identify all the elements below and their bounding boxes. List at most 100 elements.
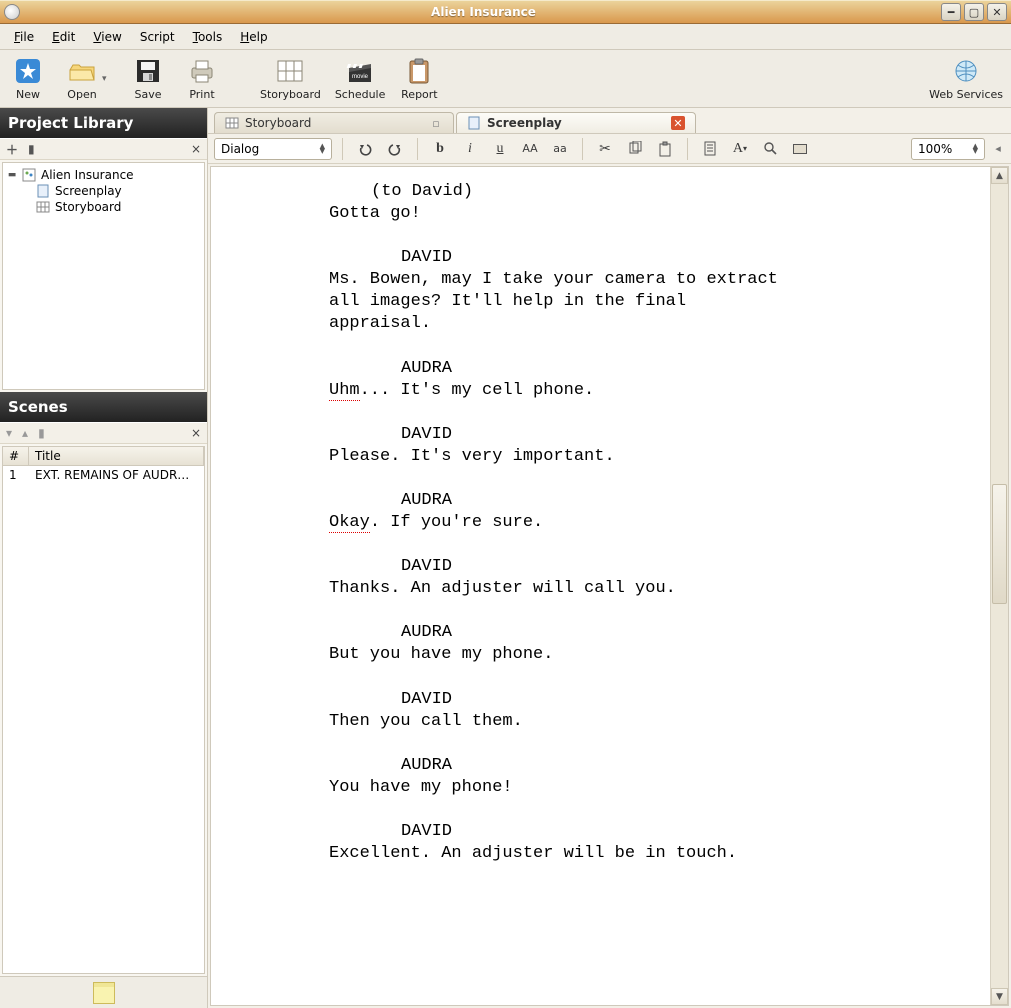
save-button[interactable]: Save — [128, 56, 168, 101]
bold-button[interactable]: b — [428, 138, 452, 160]
scroll-up-icon[interactable]: ▲ — [991, 167, 1008, 184]
report-button[interactable]: Report — [399, 56, 439, 101]
lowercase-button[interactable]: aa — [548, 138, 572, 160]
scene-up-icon[interactable]: ▴ — [22, 426, 28, 440]
menu-tools[interactable]: Tools — [185, 27, 231, 47]
storyboard-button[interactable]: Storyboard — [260, 56, 321, 101]
copy-button[interactable] — [623, 138, 647, 160]
storyboard-icon — [275, 56, 305, 86]
page-button[interactable] — [698, 138, 722, 160]
paste-button[interactable] — [653, 138, 677, 160]
floppy-icon — [133, 56, 163, 86]
sp-character: DAVID — [401, 247, 990, 269]
storyboard-tab-icon — [225, 116, 239, 130]
sp-character: DAVID — [401, 556, 990, 578]
scene-row[interactable]: 1 EXT. REMAINS OF AUDR… — [3, 466, 204, 484]
scenes-close-icon[interactable]: × — [191, 426, 201, 440]
document-tabs: Storyboard ▫ Screenplay ✕ — [208, 108, 1011, 134]
scenes-header: Scenes — [0, 392, 207, 422]
collapse-icon[interactable]: ▬ — [7, 170, 17, 180]
open-dropdown-icon[interactable]: ▾ — [102, 74, 114, 84]
cut-button[interactable]: ✂ — [593, 138, 617, 160]
scrollbar-track[interactable] — [991, 184, 1008, 988]
scroll-down-icon[interactable]: ▼ — [991, 988, 1008, 1005]
sp-character: AUDRA — [401, 755, 990, 777]
tab-storyboard-label: Storyboard — [245, 116, 311, 130]
tree-root[interactable]: ▬ Alien Insurance — [7, 167, 200, 183]
sp-dialog: But you have my phone. — [329, 644, 789, 666]
scene-edit-icon[interactable]: ▮ — [38, 426, 45, 440]
tab-screenplay-label: Screenplay — [487, 116, 562, 130]
sp-dialog: Thanks. An adjuster will call you. — [329, 578, 789, 600]
tab-close-icon[interactable]: ✕ — [671, 116, 685, 130]
print-button[interactable]: Print — [182, 56, 222, 101]
underline-button[interactable]: u — [488, 138, 512, 160]
sp-character: AUDRA — [401, 490, 990, 512]
sp-parenthetical: (to David) — [371, 181, 990, 203]
menu-edit[interactable]: Edit — [44, 27, 83, 47]
sp-dialog: Then you call them. — [329, 711, 789, 733]
italic-button[interactable]: i — [458, 138, 482, 160]
sp-character: AUDRA — [401, 622, 990, 644]
style-select[interactable]: Dialog ▲▼ — [214, 138, 332, 160]
web-services-button[interactable]: Web Services — [929, 56, 1003, 101]
sp-character: DAVID — [401, 689, 990, 711]
menu-script[interactable]: Script — [132, 27, 183, 47]
tree-item-screenplay[interactable]: Screenplay — [7, 183, 200, 199]
sticky-note-icon[interactable] — [93, 982, 115, 1004]
menu-file[interactable]: File — [6, 27, 42, 47]
sp-dialog: Gotta go! — [329, 203, 789, 225]
document-area: (to David) Gotta go! DAVID Ms. Bowen, ma… — [210, 166, 1009, 1006]
sp-dialog: You have my phone! — [329, 777, 789, 799]
sp-character: AUDRA — [401, 358, 990, 380]
scrollbar-thumb[interactable] — [992, 484, 1007, 604]
screenplay-editor[interactable]: (to David) Gotta go! DAVID Ms. Bowen, ma… — [211, 167, 990, 1005]
font-size-button[interactable]: A▾ — [728, 138, 752, 160]
panel-close-icon[interactable]: × — [191, 142, 201, 156]
document-tab-icon — [467, 116, 481, 130]
clipboard-icon — [404, 56, 434, 86]
toolbar-scroll-left-icon[interactable]: ◂ — [991, 142, 1005, 155]
minimize-button[interactable]: ━ — [941, 3, 961, 21]
scenes-col-title[interactable]: Title — [29, 447, 204, 465]
view-mode-button[interactable] — [788, 138, 812, 160]
uppercase-button[interactable]: AA — [518, 138, 542, 160]
chevron-updown-icon: ▲▼ — [320, 144, 325, 154]
main-toolbar: New Open ▾ Save Print Storyboard movie S… — [0, 50, 1011, 108]
zoom-select[interactable]: 100% ▲▼ — [911, 138, 985, 160]
sp-character: DAVID — [401, 424, 990, 446]
close-button[interactable]: ✕ — [987, 3, 1007, 21]
menu-help[interactable]: Help — [232, 27, 275, 47]
folder-icon — [67, 56, 97, 86]
folder-icon[interactable]: ▮ — [28, 142, 35, 156]
menu-view[interactable]: View — [85, 27, 129, 47]
tab-screenplay[interactable]: Screenplay ✕ — [456, 112, 696, 133]
menubar: File Edit View Script Tools Help — [0, 24, 1011, 50]
project-library-header: Project Library — [0, 108, 207, 138]
search-button[interactable] — [758, 138, 782, 160]
document-icon — [35, 184, 51, 198]
tab-storyboard[interactable]: Storyboard ▫ — [214, 112, 454, 133]
printer-icon — [187, 56, 217, 86]
project-tree: ▬ Alien Insurance Screenplay Storyboard — [2, 162, 205, 390]
sp-dialog: Please. It's very important. — [329, 446, 789, 468]
titlebar: Alien Insurance ━ ▢ ✕ — [0, 0, 1011, 24]
editor: Storyboard ▫ Screenplay ✕ Dialog ▲▼ — [208, 108, 1011, 1008]
schedule-button[interactable]: movie Schedule — [335, 56, 386, 101]
chevron-updown-icon: ▲▼ — [973, 144, 978, 154]
vertical-scrollbar[interactable]: ▲ ▼ — [990, 167, 1008, 1005]
add-icon[interactable]: ＋ — [6, 141, 18, 158]
scene-down-icon[interactable]: ▾ — [6, 426, 12, 440]
open-button[interactable]: Open — [62, 56, 102, 101]
undo-button[interactable] — [353, 138, 377, 160]
scenes-list: # Title 1 EXT. REMAINS OF AUDR… — [2, 446, 205, 974]
globe-icon — [951, 56, 981, 86]
new-button[interactable]: New — [8, 56, 48, 101]
redo-button[interactable] — [383, 138, 407, 160]
app-icon — [4, 4, 20, 20]
tab-close-icon[interactable]: ▫ — [429, 116, 443, 130]
scenes-col-num[interactable]: # — [3, 447, 29, 465]
maximize-button[interactable]: ▢ — [964, 3, 984, 21]
sp-dialog: Okay. If you're sure. — [329, 512, 789, 534]
tree-item-storyboard[interactable]: Storyboard — [7, 199, 200, 215]
